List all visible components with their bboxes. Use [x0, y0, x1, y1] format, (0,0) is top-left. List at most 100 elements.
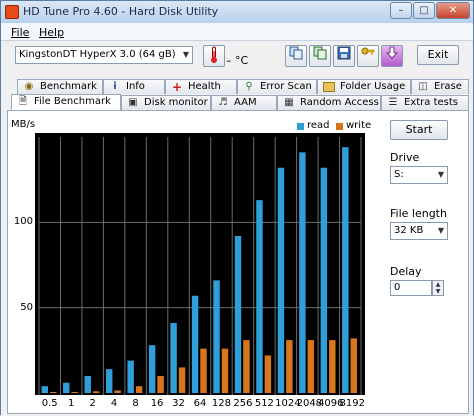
menu-file[interactable]: File: [11, 26, 29, 39]
bar-write: [135, 386, 143, 393]
file-length-select[interactable]: 32 KB ▼: [390, 222, 448, 240]
tab-health[interactable]: + Health: [165, 79, 237, 94]
download-button[interactable]: [381, 45, 403, 67]
file-icon: 🗎: [18, 96, 28, 107]
x-tick-label: 0.5: [41, 398, 58, 409]
app-window: HD Tune Pro 4.60 - Hard Disk Utility – □…: [0, 0, 474, 416]
benchmark-chart-svg: [38, 137, 362, 395]
bar-write: [114, 390, 121, 393]
menu-help[interactable]: Help: [39, 26, 64, 39]
tab-folder-usage-label: Folder Usage: [340, 81, 406, 92]
trash-icon: ◫: [418, 81, 428, 92]
start-button[interactable]: Start: [390, 120, 448, 140]
x-tick-label: 512: [254, 398, 274, 409]
download-arrow-icon: [386, 46, 398, 59]
drive-label: Drive: [390, 151, 420, 164]
x-tick-label: 8: [132, 398, 139, 409]
tab-aam[interactable]: ♬ AAM: [211, 95, 277, 110]
bar-write: [329, 340, 336, 393]
window-title: HD Tune Pro 4.60 - Hard Disk Utility: [23, 5, 219, 18]
monitor-icon: ▣: [128, 97, 138, 108]
tab-file-benchmark[interactable]: 🗎 File Benchmark: [11, 94, 121, 111]
bar-read: [127, 360, 134, 393]
tab-info-label: Info: [126, 81, 145, 92]
tab-random-access[interactable]: ▦ Random Access: [277, 95, 381, 110]
bar-read: [84, 375, 91, 393]
legend-swatch-read: [297, 123, 304, 130]
drive-select-value: S:: [394, 169, 404, 180]
y-tick-label: 50: [20, 301, 33, 313]
x-tick-label: 8192: [339, 398, 365, 409]
x-tick-label: 1024: [275, 398, 301, 409]
tab-error-scan[interactable]: ⚲ Error Scan: [237, 79, 317, 94]
tab-extra-tests[interactable]: ☰ Extra tests: [381, 95, 469, 110]
folder-icon: [323, 82, 335, 92]
options-button[interactable]: [357, 45, 379, 67]
tab-disk-monitor-label: Disk monitor: [144, 97, 208, 108]
delay-input[interactable]: 0: [390, 280, 432, 296]
info-icon: i: [113, 81, 117, 92]
list-icon: ☰: [388, 97, 398, 108]
bar-read: [277, 167, 285, 393]
tab-extra-tests-label: Extra tests: [404, 97, 458, 108]
y-tick-label: 100: [13, 216, 33, 228]
bar-read: [105, 369, 113, 393]
delay-input-value: 0: [394, 282, 401, 293]
x-tick-label: 2048: [296, 398, 323, 409]
x-tick-label: 128: [211, 398, 231, 409]
maximize-button[interactable]: □: [413, 2, 435, 19]
bar-read: [63, 382, 70, 393]
save-button[interactable]: [333, 45, 355, 67]
bar-write: [243, 340, 250, 393]
x-tick-label: 4096: [318, 398, 344, 409]
save-icon: [337, 46, 351, 60]
delay-spinner[interactable]: ▲ ▼: [432, 280, 444, 296]
grid-icon: ▦: [284, 97, 294, 108]
bar-read: [148, 345, 156, 393]
thermometer-icon: [203, 45, 225, 67]
drive-select[interactable]: S: ▼: [390, 166, 448, 184]
x-tick-label: 4: [110, 398, 118, 409]
legend-label-read: read: [307, 120, 330, 131]
tab-file-benchmark-label: File Benchmark: [34, 96, 111, 107]
key-icon: [361, 47, 375, 55]
x-tick-label: 32: [172, 398, 185, 409]
bar-write: [350, 338, 357, 393]
file-length-label: File length: [390, 207, 447, 220]
tab-info[interactable]: i Info: [103, 79, 165, 94]
chevron-down-icon: ▼: [437, 226, 444, 235]
tab-folder-usage[interactable]: Folder Usage: [317, 79, 411, 94]
bar-write: [71, 391, 78, 393]
health-cross-icon: +: [171, 80, 183, 94]
bar-write: [221, 348, 229, 393]
title-bar[interactable]: HD Tune Pro 4.60 - Hard Disk Utility – □…: [1, 1, 473, 23]
bar-write: [264, 355, 272, 393]
tab-health-label: Health: [188, 81, 221, 92]
tab-erase[interactable]: ◫ Erase: [411, 79, 469, 94]
bar-read: [170, 323, 177, 393]
minimize-button[interactable]: –: [390, 2, 412, 19]
drive-dropdown[interactable]: KingstonDT HyperX 3.0 (64 gB) ▼: [15, 46, 193, 64]
tab-disk-monitor[interactable]: ▣ Disk monitor: [121, 95, 211, 110]
exit-button[interactable]: Exit: [417, 45, 459, 65]
x-tick-label: 16: [150, 398, 164, 409]
tab-benchmark[interactable]: ◉ Benchmark: [17, 79, 103, 94]
legend-label-write: write: [346, 120, 372, 131]
copy-info-button[interactable]: [285, 45, 307, 67]
x-tick-label: 64: [193, 398, 207, 409]
temperature-readout: – °C: [226, 54, 249, 67]
close-button[interactable]: ✕: [436, 2, 470, 19]
bar-read: [299, 152, 306, 393]
bar-write: [157, 375, 164, 393]
app-icon: [5, 5, 19, 19]
bar-read: [256, 200, 263, 393]
tab-error-scan-label: Error Scan: [260, 81, 312, 92]
copy-screenshot-button[interactable]: [309, 45, 331, 67]
speaker-icon: ♬: [218, 97, 228, 108]
magnifier-icon: ⚲: [245, 81, 253, 92]
gauge-icon: ◉: [24, 81, 34, 92]
drive-dropdown-value: KingstonDT HyperX 3.0 (64 gB): [19, 49, 176, 60]
bar-read: [191, 295, 199, 393]
chevron-down-icon: ▼: [182, 50, 189, 59]
bar-write: [50, 391, 57, 393]
